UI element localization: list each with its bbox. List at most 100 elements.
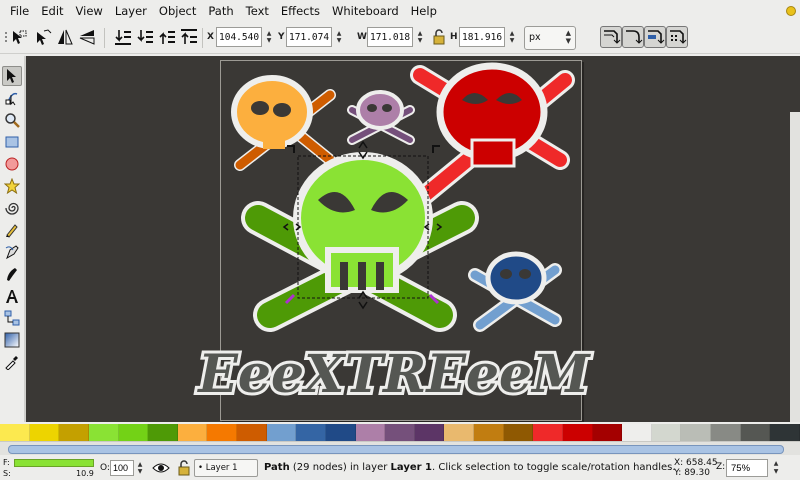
zoom-tool[interactable] [2, 110, 22, 130]
fill-indicator[interactable] [14, 459, 94, 467]
menu-path[interactable]: Path [202, 0, 239, 22]
scale-stroke-button[interactable] [600, 26, 622, 48]
lower-icon[interactable] [134, 26, 156, 48]
w-label: W [357, 32, 367, 42]
move-patterns-button[interactable] [666, 26, 688, 48]
connector-tool-icon [4, 310, 20, 326]
zoom-spinner[interactable]: ▲ ▼ [770, 459, 782, 477]
lock-icon[interactable] [175, 460, 193, 476]
palette-scrollbar-thumb[interactable] [8, 445, 784, 454]
palette-scrollbar[interactable] [0, 441, 800, 455]
select-all-layers-icon[interactable] [32, 26, 54, 48]
node-tool-icon [5, 92, 18, 106]
palette-swatch[interactable] [355, 424, 386, 441]
connector-tool[interactable] [2, 308, 22, 328]
raise-icon[interactable] [156, 26, 178, 48]
y-input[interactable] [286, 27, 332, 47]
stroke-width-value[interactable]: 10.9 [76, 469, 94, 478]
palette-swatch[interactable] [562, 424, 593, 441]
opacity-input[interactable] [110, 460, 134, 476]
select-all-icon[interactable] [8, 26, 30, 48]
palette-swatch[interactable] [266, 424, 297, 441]
toolbar-separator [104, 28, 105, 48]
move-gradients-button[interactable] [644, 26, 666, 48]
palette-swatch[interactable] [385, 424, 415, 441]
unit-select[interactable]: px ▲ ▼ [524, 26, 576, 50]
rotate-handle-top-right-icon [432, 145, 440, 153]
palette-swatch[interactable] [237, 424, 267, 441]
palette-swatch[interactable] [59, 424, 89, 441]
menu-effects[interactable]: Effects [275, 0, 326, 22]
scale-rounded-corners-button[interactable] [622, 26, 644, 48]
vertical-scrollbar[interactable] [790, 112, 800, 422]
gradient-tool[interactable] [2, 330, 22, 350]
flip-vertical-icon[interactable] [76, 26, 98, 48]
zoom-input[interactable] [726, 459, 768, 477]
menu-view[interactable]: View [70, 0, 109, 22]
menu-whiteboard[interactable]: Whiteboard [326, 0, 405, 22]
text-tool[interactable] [2, 286, 22, 306]
palette-swatch[interactable] [622, 424, 652, 441]
palette-swatch[interactable] [711, 424, 741, 441]
selector-tool[interactable] [2, 66, 22, 86]
x-spinner[interactable]: ▲ ▼ [263, 27, 275, 47]
flip-horizontal-icon[interactable] [54, 26, 76, 48]
calligraphy-tool[interactable] [2, 264, 22, 284]
window-close-button[interactable] [786, 6, 796, 16]
pencil-tool-icon [6, 224, 18, 238]
x-input[interactable] [216, 27, 262, 47]
ellipse-tool[interactable] [2, 154, 22, 174]
blue-skull[interactable] [468, 251, 562, 332]
spiral-tool[interactable] [2, 198, 22, 218]
lower-to-bottom-icon[interactable] [112, 26, 134, 48]
palette-swatch[interactable] [207, 424, 237, 441]
palette-swatch[interactable] [503, 424, 534, 441]
menu-help[interactable]: Help [405, 0, 443, 22]
rectangle-tool[interactable] [2, 132, 22, 152]
star-tool[interactable] [2, 176, 22, 196]
palette-swatch[interactable] [681, 424, 711, 441]
canvas[interactable]: EeeXTREeeM [26, 56, 800, 422]
palette-swatch[interactable] [148, 424, 178, 441]
menu-object[interactable]: Object [153, 0, 202, 22]
palette-swatch[interactable] [651, 424, 682, 441]
pencil-tool[interactable] [2, 220, 22, 240]
palette-swatch[interactable] [29, 424, 60, 441]
menu-edit[interactable]: Edit [35, 0, 69, 22]
palette-swatch[interactable] [325, 424, 356, 441]
h-input[interactable] [459, 27, 505, 47]
eye-icon[interactable] [152, 460, 170, 476]
artwork[interactable]: EeeXTREeeM [26, 56, 800, 422]
palette-swatch[interactable] [770, 424, 800, 441]
pen-tool[interactable] [2, 242, 22, 262]
menu-file[interactable]: File [4, 0, 35, 22]
palette-swatch[interactable] [296, 424, 326, 441]
y-spinner[interactable]: ▲ ▼ [333, 27, 345, 47]
dropper-tool[interactable] [2, 352, 22, 372]
menu-text[interactable]: Text [240, 0, 275, 22]
orange-skull[interactable] [231, 75, 336, 171]
palette-swatch[interactable] [444, 424, 474, 441]
w-input[interactable] [367, 27, 413, 47]
opacity-spinner[interactable]: ▲ ▼ [135, 460, 145, 476]
palette-swatch[interactable] [0, 424, 30, 441]
layer-select[interactable]: • Layer 1 [194, 459, 258, 477]
palette-swatch[interactable] [740, 424, 771, 441]
raise-to-top-icon[interactable] [178, 26, 200, 48]
node-tool[interactable] [2, 88, 22, 108]
palette-swatch[interactable] [177, 424, 208, 441]
purple-skull[interactable] [347, 90, 415, 145]
menu-layer[interactable]: Layer [109, 0, 153, 22]
palette-swatch[interactable] [533, 424, 563, 441]
text-tool-icon [6, 290, 18, 303]
logo-text[interactable]: EeeXTREeeM [193, 341, 594, 408]
lock-ratio-icon[interactable] [428, 26, 450, 48]
red-skull[interactable] [410, 62, 575, 205]
palette-swatch[interactable] [88, 424, 119, 441]
palette-swatch[interactable] [414, 424, 445, 441]
h-spinner[interactable]: ▲ ▼ [506, 27, 518, 47]
w-spinner[interactable]: ▲ ▼ [414, 27, 426, 47]
palette-swatch[interactable] [592, 424, 623, 441]
palette-swatch[interactable] [474, 424, 504, 441]
palette-swatch[interactable] [118, 424, 149, 441]
